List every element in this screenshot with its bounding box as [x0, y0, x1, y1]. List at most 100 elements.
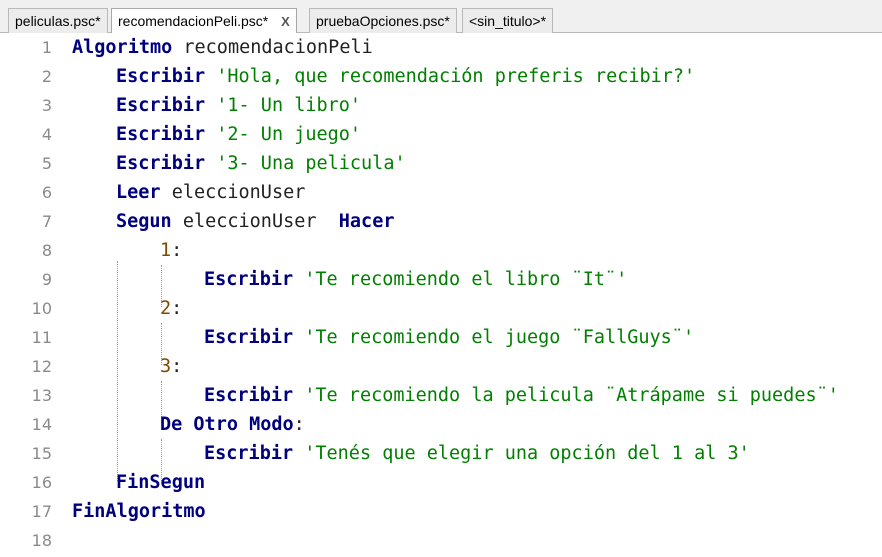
code-text: Escribir 'Tenés que elegir una opción de… [204, 439, 750, 468]
line-number: 5 [41, 154, 52, 173]
code-text: FinAlgoritmo [72, 497, 206, 526]
tab-label: <sin_titulo>* [469, 13, 547, 29]
token-kw: Escribir [116, 153, 206, 174]
code-line[interactable]: 6 Leer eleccionUser [0, 178, 882, 207]
token-str: '1- Un libro' [216, 95, 362, 116]
code-line[interactable]: 13 Escribir 'Te recomiendo la pelicula ¨A… [0, 381, 882, 410]
token-id [293, 327, 304, 348]
code-text: Segun eleccionUser Hacer [116, 207, 394, 236]
token-str: '3- Una pelicula' [216, 153, 406, 174]
code-text: 2: [160, 294, 182, 323]
code-text: Escribir '1- Un libro' [116, 91, 361, 120]
line-number: 2 [41, 67, 52, 86]
token-kw: Escribir [204, 443, 294, 464]
token-str: 'Hola, que recomendación preferis recibi… [216, 66, 696, 87]
code-text: Escribir '2- Un juego' [116, 120, 361, 149]
code-line[interactable]: 16 FinSegun [0, 468, 882, 497]
tab-recomendacionpeli[interactable]: recomendacionPeli.psc* X [111, 8, 297, 34]
code-text: Escribir 'Te recomiendo el juego ¨FallGu… [204, 323, 694, 352]
code-text: Escribir '3- Una pelicula' [116, 149, 406, 178]
line-number: 1 [41, 38, 52, 57]
line-number: 7 [41, 212, 52, 231]
token-id [205, 95, 216, 116]
line-number: 10 [31, 299, 52, 318]
code-text: FinSegun [116, 468, 205, 497]
line-number: 17 [31, 502, 52, 521]
code-line[interactable]: 5 Escribir '3- Una pelicula' [0, 149, 882, 178]
code-line[interactable]: 9 Escribir 'Te recomiendo el libro ¨It¨' [0, 265, 882, 294]
token-punct: : [171, 298, 183, 319]
line-number: 14 [31, 415, 52, 434]
token-kw: Escribir [204, 327, 294, 348]
token-str: 'Te recomiendo la pelicula ¨Atrápame si … [304, 385, 839, 406]
code-line[interactable]: 17 FinAlgoritmo [0, 497, 882, 526]
token-kw: Segun [116, 211, 172, 232]
code-line[interactable]: 15 Escribir 'Tenés que elegir una opción … [0, 439, 882, 468]
token-kw: Hacer [338, 211, 395, 232]
token-num: 2 [160, 298, 172, 319]
token-kw: Escribir [204, 385, 294, 406]
line-number: 6 [41, 183, 52, 202]
tab-sin-titulo[interactable]: <sin_titulo>* [462, 8, 554, 33]
line-number: 3 [41, 96, 52, 115]
token-id [205, 66, 216, 87]
code-line[interactable]: 2 Escribir 'Hola, que recomendación prefe… [0, 62, 882, 91]
line-number: 4 [41, 125, 52, 144]
token-id: eleccionUser [171, 211, 339, 232]
token-id [205, 124, 216, 145]
line-number: 9 [41, 270, 52, 289]
line-number: 16 [31, 473, 52, 492]
code-text: De Otro Modo: [160, 410, 305, 439]
token-kw: Leer [116, 182, 161, 203]
code-text: Leer eleccionUser [116, 178, 305, 207]
line-number: 13 [31, 386, 52, 405]
code-text: 3: [160, 352, 182, 381]
code-line[interactable]: 18 [0, 526, 882, 555]
token-str: '2- Un juego' [216, 124, 362, 145]
token-kw: Escribir [116, 124, 206, 145]
tab-peliculas[interactable]: peliculas.psc* [8, 8, 108, 33]
token-punct: : [171, 240, 183, 261]
token-punct: : [293, 414, 305, 435]
token-kw: Escribir [204, 269, 294, 290]
code-text: 1: [160, 236, 182, 265]
token-kw: FinAlgoritmo [72, 501, 206, 522]
code-line[interactable]: 12 3: [0, 352, 882, 381]
token-punct: : [171, 356, 183, 377]
code-line[interactable]: 8 1: [0, 236, 882, 265]
code-text: Algoritmo recomendacionPeli [72, 33, 373, 62]
token-str: 'Te recomiendo el libro ¨It¨' [304, 269, 628, 290]
token-kw: De Otro Modo [160, 414, 294, 435]
token-num: 3 [160, 356, 172, 377]
token-kw: Escribir [116, 95, 206, 116]
token-id [293, 443, 304, 464]
code-editor[interactable]: 1 Algoritmo recomendacionPeli 2 Escribir 'H… [0, 33, 882, 557]
token-id [293, 269, 304, 290]
code-line[interactable]: 4 Escribir '2- Un juego' [0, 120, 882, 149]
line-number: 18 [31, 531, 52, 550]
tab-label: recomendacionPeli.psc* [118, 13, 269, 29]
tab-label: pruebaOpciones.psc* [316, 13, 450, 29]
code-line[interactable]: 14 De Otro Modo: [0, 410, 882, 439]
code-line[interactable]: 3 Escribir '1- Un libro' [0, 91, 882, 120]
token-kw: Algoritmo [72, 37, 173, 58]
tab-pruebaopciones[interactable]: pruebaOpciones.psc* [309, 8, 457, 33]
code-line[interactable]: 1 Algoritmo recomendacionPeli [0, 33, 882, 62]
token-str: 'Te recomiendo el juego ¨FallGuys¨' [304, 327, 695, 348]
line-number: 11 [31, 328, 52, 347]
code-line[interactable]: 11 Escribir 'Te recomiendo el juego ¨Fall… [0, 323, 882, 352]
token-num: 1 [160, 240, 172, 261]
token-id [205, 153, 216, 174]
code-text: Escribir 'Hola, que recomendación prefer… [116, 62, 695, 91]
close-icon[interactable]: X [281, 14, 290, 29]
line-number: 12 [31, 357, 52, 376]
tab-bar-strip [0, 0, 882, 8]
token-id: eleccionUser [160, 182, 306, 203]
line-number: 8 [41, 241, 52, 260]
code-text: Escribir 'Te recomiendo la pelicula ¨Atr… [204, 381, 839, 410]
code-line[interactable]: 10 2: [0, 294, 882, 323]
code-line[interactable]: 7 Segun eleccionUser Hacer [0, 207, 882, 236]
token-kw: Escribir [116, 66, 206, 87]
code-text: Escribir 'Te recomiendo el libro ¨It¨' [204, 265, 627, 294]
token-id: recomendacionPeli [172, 37, 373, 58]
